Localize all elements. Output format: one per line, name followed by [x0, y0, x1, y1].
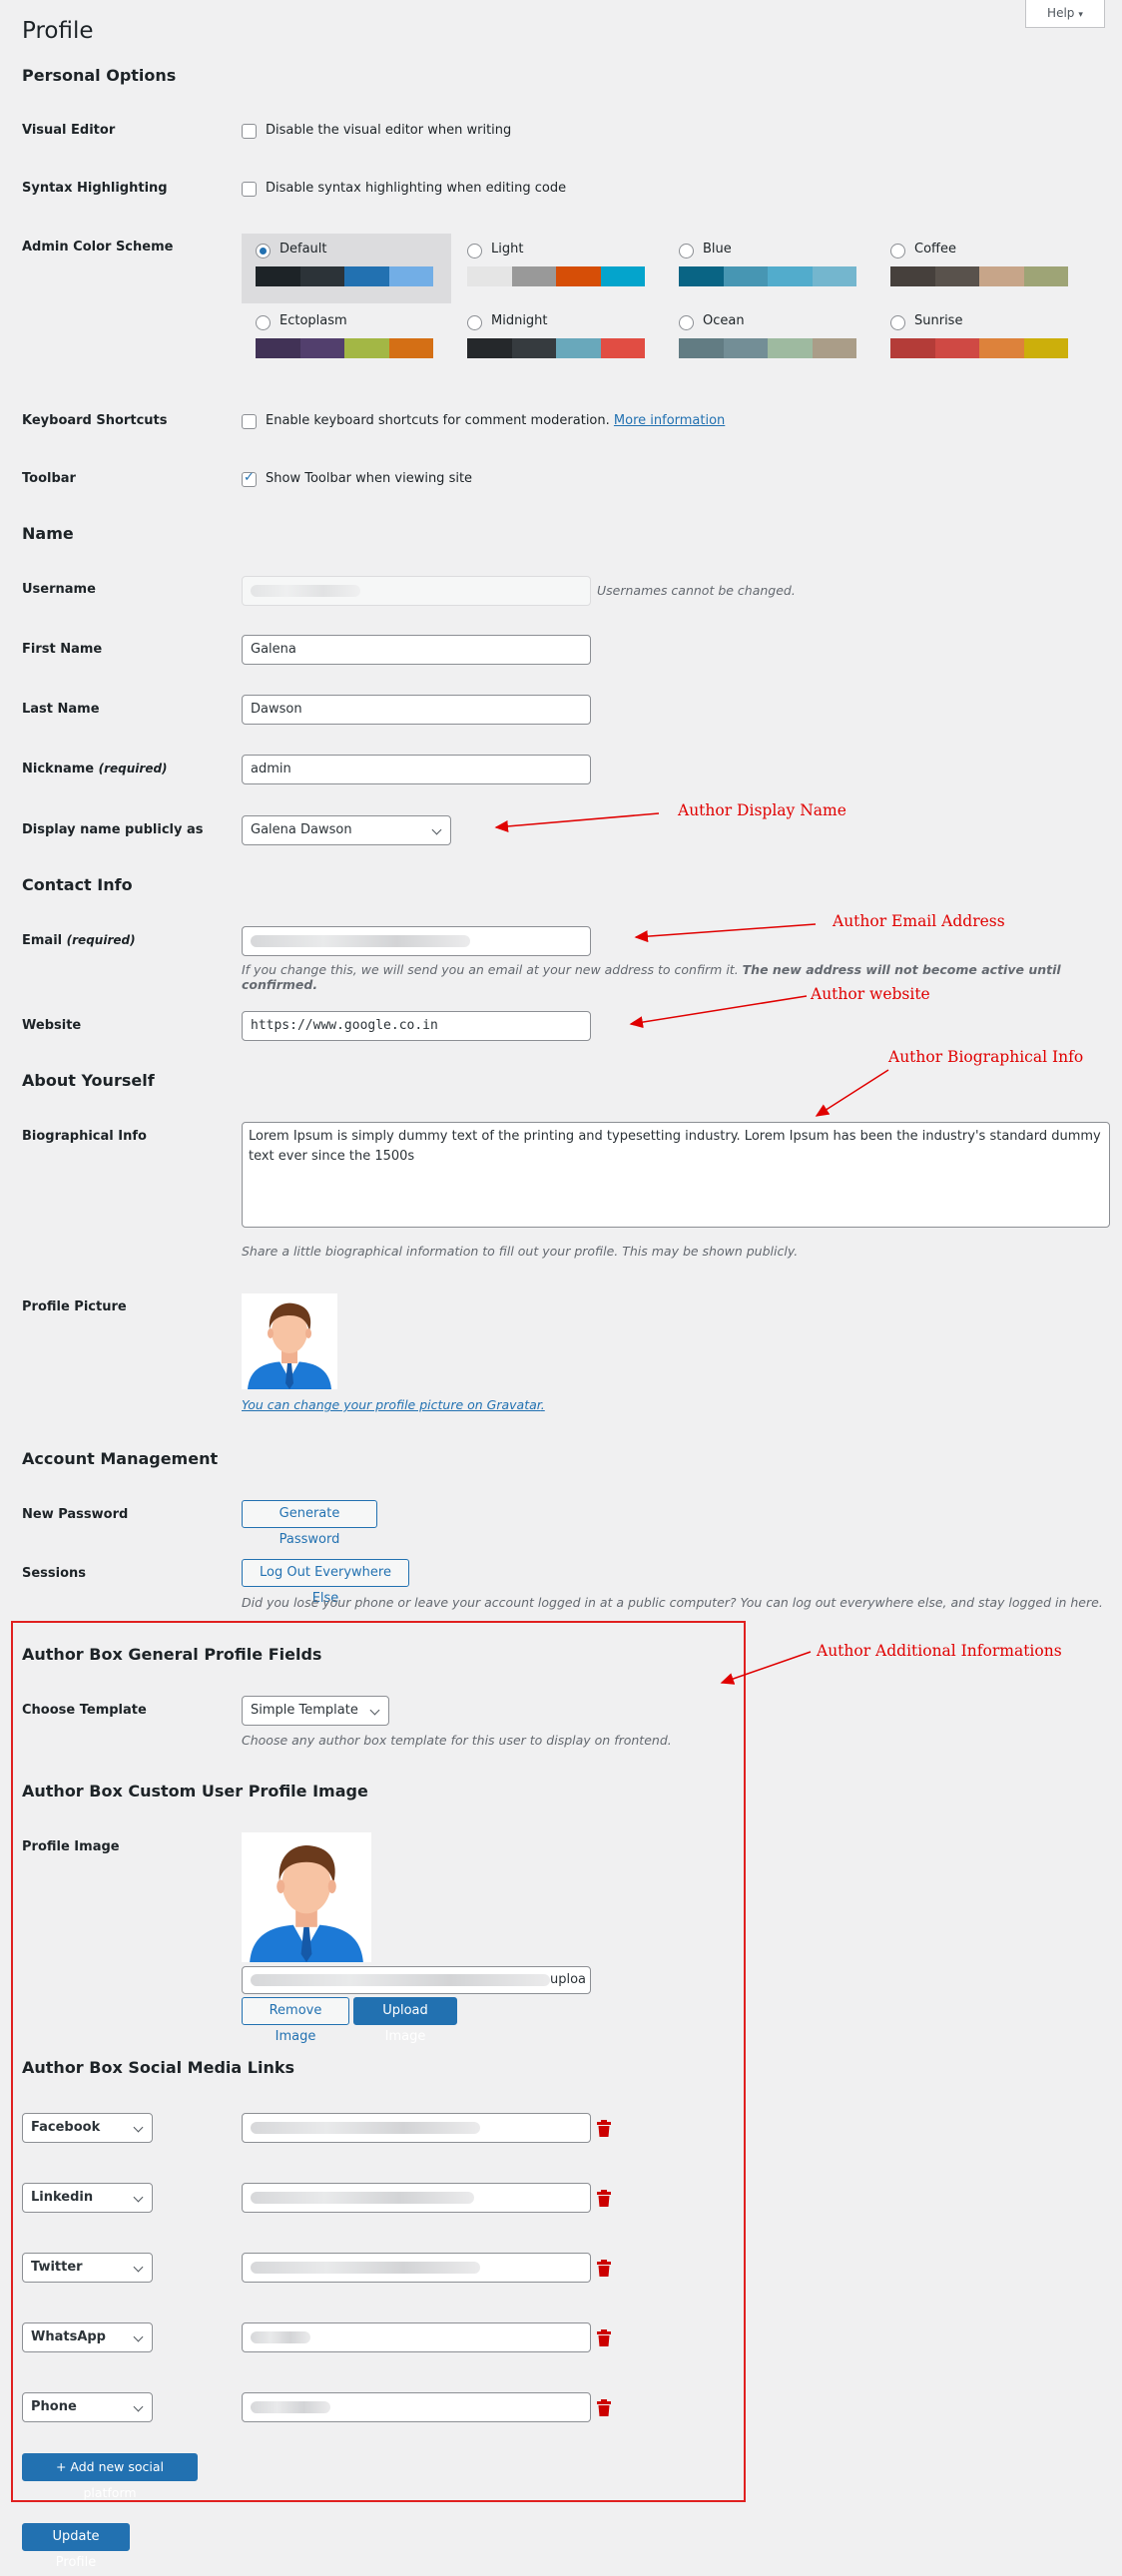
arrow-additional	[720, 1651, 812, 1685]
arrow-display-name	[494, 812, 660, 832]
annotation-additional: Author Additional Informations	[817, 1642, 1062, 1660]
arrow-bio	[815, 1069, 889, 1117]
annotation-display-name: Author Display Name	[678, 801, 846, 819]
arrow-website	[629, 995, 808, 1029]
annotation-bio: Author Biographical Info	[888, 1048, 1084, 1066]
annotation-arrows	[494, 812, 889, 1685]
annotation-website: Author website	[811, 985, 930, 1003]
arrow-email	[634, 923, 817, 943]
annotation-email: Author Email Address	[833, 912, 1005, 930]
